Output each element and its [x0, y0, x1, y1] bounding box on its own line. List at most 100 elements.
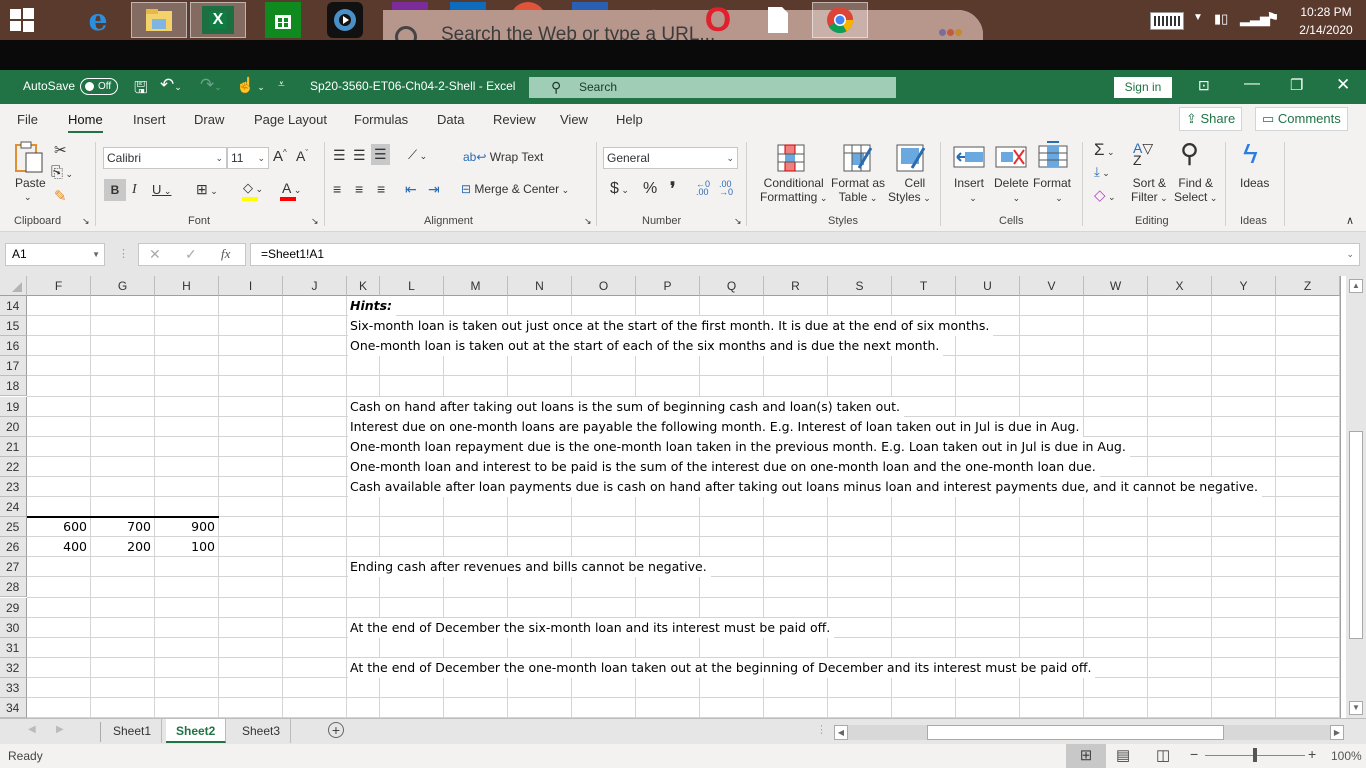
- comma-style-button[interactable]: ❜: [670, 179, 675, 199]
- save-icon[interactable]: 🖫: [134, 77, 148, 104]
- column-header-v[interactable]: V: [1020, 276, 1084, 296]
- system-clock[interactable]: 10:28 PM 2/14/2020: [1296, 5, 1356, 45]
- cancel-entry-icon[interactable]: ✕: [149, 246, 161, 263]
- alignment-launcher-icon[interactable]: ↘: [584, 216, 592, 227]
- row-header-32[interactable]: 32: [0, 657, 27, 678]
- font-name-select[interactable]: Calibri ⌄: [103, 147, 227, 169]
- clipboard-launcher-icon[interactable]: ↘: [82, 216, 90, 227]
- cut-icon[interactable]: ✂: [54, 141, 67, 159]
- more-dots-icon[interactable]: [939, 29, 962, 36]
- value-cell-g25[interactable]: 700: [91, 517, 151, 537]
- delete-cells-icon[interactable]: [995, 146, 1027, 174]
- find-select-icon[interactable]: ⚲: [1180, 138, 1199, 169]
- zoom-slider[interactable]: [1205, 748, 1305, 762]
- insert-function-icon[interactable]: fx: [221, 246, 230, 262]
- row-header-18[interactable]: 18: [0, 376, 27, 397]
- decrease-decimal-button[interactable]: .00 →0: [719, 180, 733, 197]
- row-header-16[interactable]: 16: [0, 336, 27, 357]
- hint-cell-row-30[interactable]: At the end of December the six-month loa…: [348, 617, 835, 638]
- row-header-27[interactable]: 27: [0, 557, 27, 578]
- row-header-26[interactable]: 26: [0, 537, 27, 558]
- normal-view-button[interactable]: ⊞: [1066, 744, 1106, 768]
- hint-cell-row-15[interactable]: Six-month loan is taken out just once at…: [348, 316, 994, 337]
- insert-cells-button[interactable]: Insert ⌄: [954, 176, 984, 204]
- zoom-level[interactable]: 100%: [1331, 749, 1362, 763]
- hint-cell-row-22[interactable]: One-month loan and interest to be paid i…: [348, 456, 1100, 477]
- hint-cell-row-16[interactable]: One-month loan is taken out at the start…: [348, 336, 944, 357]
- tab-file[interactable]: File: [17, 112, 38, 127]
- cell-styles-button[interactable]: Cell Styles ⌄: [888, 176, 931, 204]
- sign-in-button[interactable]: Sign in: [1114, 77, 1172, 98]
- minimize-button[interactable]: —: [1244, 75, 1260, 93]
- conditional-formatting-icon[interactable]: [777, 144, 805, 172]
- row-header-31[interactable]: 31: [0, 637, 27, 658]
- tab-view[interactable]: View: [560, 112, 588, 127]
- restore-button[interactable]: ❐: [1290, 76, 1303, 94]
- currency-button[interactable]: $ ⌄: [610, 180, 629, 198]
- format-painter-icon[interactable]: ✎: [54, 187, 67, 205]
- touch-mode-icon[interactable]: ☝ ⌄: [236, 76, 265, 94]
- internet-explorer-icon[interactable]: e: [80, 2, 116, 38]
- column-header-w[interactable]: W: [1084, 276, 1148, 296]
- column-header-u[interactable]: U: [956, 276, 1020, 296]
- column-header-n[interactable]: N: [508, 276, 572, 296]
- tab-home[interactable]: Home: [68, 112, 103, 133]
- row-header-15[interactable]: 15: [0, 316, 27, 337]
- column-header-m[interactable]: M: [444, 276, 508, 296]
- value-cell-f26[interactable]: 400: [27, 537, 87, 557]
- column-header-l[interactable]: L: [380, 276, 444, 296]
- row-header-19[interactable]: 19: [0, 396, 27, 417]
- find-select-button[interactable]: Find & Select ⌄: [1174, 176, 1217, 204]
- row-header-30[interactable]: 30: [0, 617, 27, 638]
- fill-color-button[interactable]: ◇ ⌄: [243, 180, 263, 196]
- autosum-button[interactable]: Σ ⌄: [1094, 140, 1115, 160]
- vertical-scroll-thumb[interactable]: [1349, 431, 1363, 639]
- hint-cell-row-20[interactable]: Interest due on one-month loans are paya…: [348, 416, 1084, 437]
- shrink-font-button[interactable]: Aˇ: [296, 148, 308, 164]
- format-as-table-icon[interactable]: [843, 144, 873, 172]
- row-header-20[interactable]: 20: [0, 416, 27, 437]
- number-launcher-icon[interactable]: ↘: [734, 216, 742, 227]
- autosave-toggle[interactable]: Off: [80, 78, 118, 95]
- column-header-g[interactable]: G: [91, 276, 155, 296]
- ribbon-display-options-icon[interactable]: ⊡: [1198, 77, 1210, 94]
- tab-review[interactable]: Review: [493, 112, 536, 127]
- undo-icon[interactable]: ↶⌄: [160, 75, 182, 95]
- chrome-icon[interactable]: [812, 2, 868, 38]
- zoom-slider-thumb[interactable]: [1253, 748, 1257, 762]
- insert-cells-icon[interactable]: [953, 146, 985, 174]
- value-cell-g26[interactable]: 200: [91, 537, 151, 557]
- hint-cell-row-21[interactable]: One-month loan repayment due is the one-…: [348, 436, 1130, 457]
- conditional-formatting-button[interactable]: Conditional Formatting ⌄: [760, 176, 827, 204]
- row-header-34[interactable]: 34: [0, 698, 27, 719]
- row-header-28[interactable]: 28: [0, 577, 27, 598]
- format-cells-button[interactable]: Format ⌄: [1033, 176, 1071, 204]
- orientation-button[interactable]: ⟋ ⌄: [408, 147, 427, 163]
- row-header-21[interactable]: 21: [0, 436, 27, 457]
- row-header-29[interactable]: 29: [0, 597, 27, 618]
- top-align-button[interactable]: ☰: [333, 147, 346, 164]
- media-player-icon[interactable]: [327, 2, 363, 38]
- zoom-out-button[interactable]: −: [1190, 746, 1198, 762]
- select-all-corner[interactable]: [0, 276, 27, 296]
- tab-help[interactable]: Help: [616, 112, 643, 127]
- windows-start-icon[interactable]: [4, 2, 40, 38]
- align-left-button[interactable]: ≡: [333, 181, 341, 197]
- borders-button[interactable]: ⊞ ⌄: [196, 181, 218, 198]
- hint-cell-row-19[interactable]: Cash on hand after taking out loans is t…: [348, 396, 905, 417]
- tab-data[interactable]: Data: [437, 112, 464, 127]
- customize-qat-icon[interactable]: ⩡: [278, 77, 285, 92]
- sort-filter-button[interactable]: Sort & Filter ⌄: [1131, 176, 1168, 204]
- column-header-q[interactable]: Q: [700, 276, 764, 296]
- tab-split-grip-icon[interactable]: ⋮: [816, 723, 827, 736]
- align-right-button[interactable]: ≡: [377, 181, 385, 197]
- hint-cell-row-32[interactable]: At the end of December the one-month loa…: [348, 657, 1096, 678]
- column-header-y[interactable]: Y: [1212, 276, 1276, 296]
- horizontal-scroll-thumb[interactable]: [927, 725, 1224, 740]
- bottom-align-button[interactable]: ☰: [371, 144, 390, 165]
- value-cell-f25[interactable]: 600: [27, 517, 87, 537]
- column-header-z[interactable]: Z: [1276, 276, 1340, 296]
- clear-button[interactable]: ◇ ⌄: [1094, 186, 1116, 204]
- value-cell-h26[interactable]: 100: [155, 537, 215, 557]
- column-header-k[interactable]: K: [347, 276, 380, 296]
